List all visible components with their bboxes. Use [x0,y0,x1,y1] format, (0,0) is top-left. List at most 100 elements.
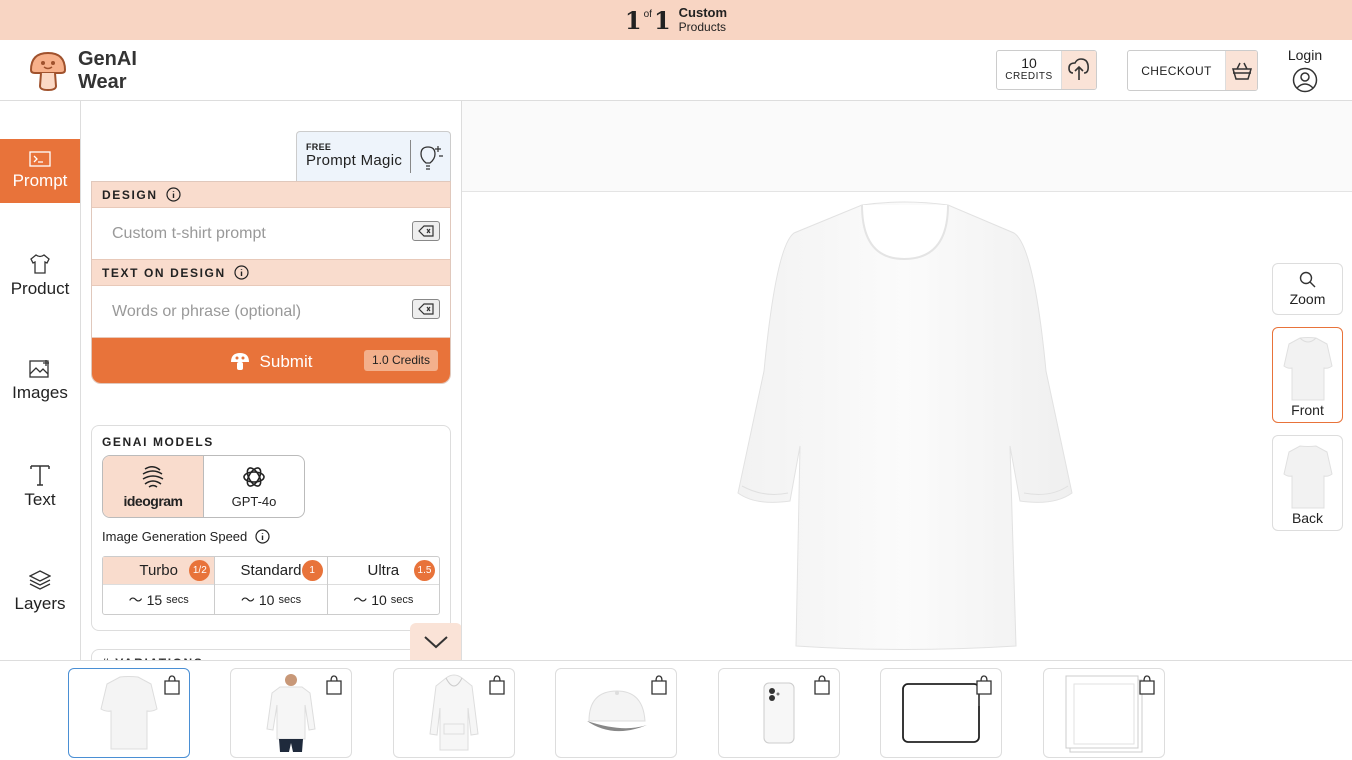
tshirt-mockup [737,201,1073,650]
image-icon [29,360,49,378]
openai-icon [243,467,265,487]
header: GenAI Wear 10 CREDITS CHECKOUT Login [0,40,1352,101]
product-cap[interactable] [555,668,677,758]
speed-standard[interactable]: Standard 1 〜 10 secs [215,557,328,614]
clear-design-button[interactable] [412,221,440,241]
view-back-button[interactable]: Back [1272,435,1343,531]
checkout-label: CHECKOUT [1141,63,1212,78]
shopping-bag-icon[interactable] [488,675,506,695]
product-phone-case[interactable] [718,668,840,758]
tshirt-thumbnail [1282,445,1333,509]
login-button[interactable]: Login [1284,47,1326,93]
speed-badge: 1/2 [189,560,211,581]
design-heading: DESIGN [92,182,450,208]
laptop-sleeve-thumbnail [902,683,980,743]
nav-product-label: Product [10,279,70,298]
speed-label: Image Generation Speed [102,529,270,544]
product-long-sleeve[interactable] [230,668,352,758]
hoodie-thumbnail [429,674,479,751]
info-icon[interactable] [234,265,249,280]
prompt-magic-button[interactable]: FREE Prompt Magic [296,131,451,181]
phone-case-thumbnail [763,682,795,744]
search-icon [1299,271,1315,288]
speed-turbo[interactable]: Turbo 1/2 〜 15 secs [103,557,216,614]
nav-text-label: Text [24,490,56,509]
basket-icon [1231,62,1252,80]
shopping-bag-icon[interactable] [1138,675,1156,695]
genai-models-section: GENAI MODELS ideogram GPT-4o Image Gener… [91,425,451,631]
product-hoodie[interactable] [393,668,515,758]
scroll-down-button[interactable] [410,623,461,660]
submit-label: Submit [259,351,313,371]
eraser-icon [418,225,434,237]
top-banner: 1 of 1 Custom Products [0,0,1352,40]
prompt-panel: FREEPrompt Magic DESIGN TEXT ON DESIGN S… [81,101,462,660]
info-icon[interactable] [255,529,270,544]
credits-widget[interactable]: 10 CREDITS [996,50,1097,90]
speed-badge: 1 [301,560,323,581]
prompt-form: DESIGN TEXT ON DESIGN Submit 1.0 Credits [91,181,451,384]
nav-layers[interactable]: Layers [0,560,80,624]
nav-text[interactable]: Text [0,455,80,519]
brand-line1: GenAI [78,48,137,70]
shopping-bag-icon[interactable] [325,675,343,695]
nav-prompt-label: Prompt [12,171,68,190]
text-icon [30,465,50,486]
terminal-icon [29,151,51,167]
shopping-bag-icon[interactable] [975,675,993,695]
brand-logo[interactable]: GenAI Wear [28,48,137,94]
checkout-button[interactable]: CHECKOUT [1127,50,1258,91]
ideogram-icon [142,465,164,488]
one-of-one-logo: 1 of 1 [624,5,671,35]
shopping-bag-icon[interactable] [813,675,831,695]
speed-badge: 1.5 [413,560,435,581]
brand-line2: Wear [78,71,127,93]
speed-ultra[interactable]: Ultra 1.5 〜 10 secs [327,557,439,614]
chevron-down-icon [424,636,448,649]
clear-text-button[interactable] [412,299,440,319]
lightbulb-sparkle-icon [419,145,443,170]
model-gpt4o[interactable]: GPT-4o [204,456,304,517]
text-on-design-input[interactable] [102,298,402,326]
nav-layers-label: Layers [14,594,66,613]
product-strip [0,660,1352,760]
banner-subtitle: Products [678,20,727,34]
models-heading: GENAI MODELS [102,435,214,449]
tshirt-thumbnail [1282,337,1333,401]
shopping-bag-icon[interactable] [163,675,181,695]
long-sleeve-thumbnail [266,674,316,752]
eraser-icon [418,303,434,315]
shopping-bag-icon[interactable] [650,675,668,695]
product-poster[interactable] [1043,668,1165,758]
preview-toolbar [462,101,1352,192]
cap-thumbnail [587,690,647,732]
info-icon[interactable] [166,187,181,202]
prompt-magic-label: Prompt Magic [306,152,403,169]
poster-thumbnail [1065,675,1143,753]
zoom-button[interactable]: Zoom [1272,263,1343,315]
submit-cost-badge: 1.0 Credits [363,350,438,371]
buy-credits-button[interactable] [1061,51,1096,89]
user-icon [1292,67,1318,93]
mushroom-icon [230,352,249,370]
nav-product[interactable]: Product [0,244,80,308]
view-front-button[interactable]: Front [1272,327,1343,423]
banner-title: Custom [678,5,728,20]
design-prompt-input[interactable] [102,220,402,248]
model-selector: ideogram GPT-4o [102,455,305,518]
upload-cloud-icon [1068,58,1089,80]
speed-selector: Turbo 1/2 〜 15 secs Standard 1 〜 10 secs Ultra… [102,556,440,615]
nav-images[interactable]: Images [0,349,80,413]
credits-value: 10 [1021,55,1037,71]
nav-prompt[interactable]: Prompt [0,139,80,203]
submit-button[interactable]: Submit 1.0 Credits [92,338,450,383]
layers-icon [29,570,51,590]
text-on-design-heading: TEXT ON DESIGN [92,260,450,286]
product-preview: Zoom Front Back [462,101,1352,660]
side-nav: Prompt Product Images Text Layers [0,101,81,660]
variations-heading: # VARIATIONS [91,649,451,660]
product-tshirt[interactable] [68,668,190,758]
product-laptop-sleeve[interactable] [880,668,1002,758]
model-ideogram[interactable]: ideogram [103,456,204,517]
login-label: Login [1287,47,1323,63]
